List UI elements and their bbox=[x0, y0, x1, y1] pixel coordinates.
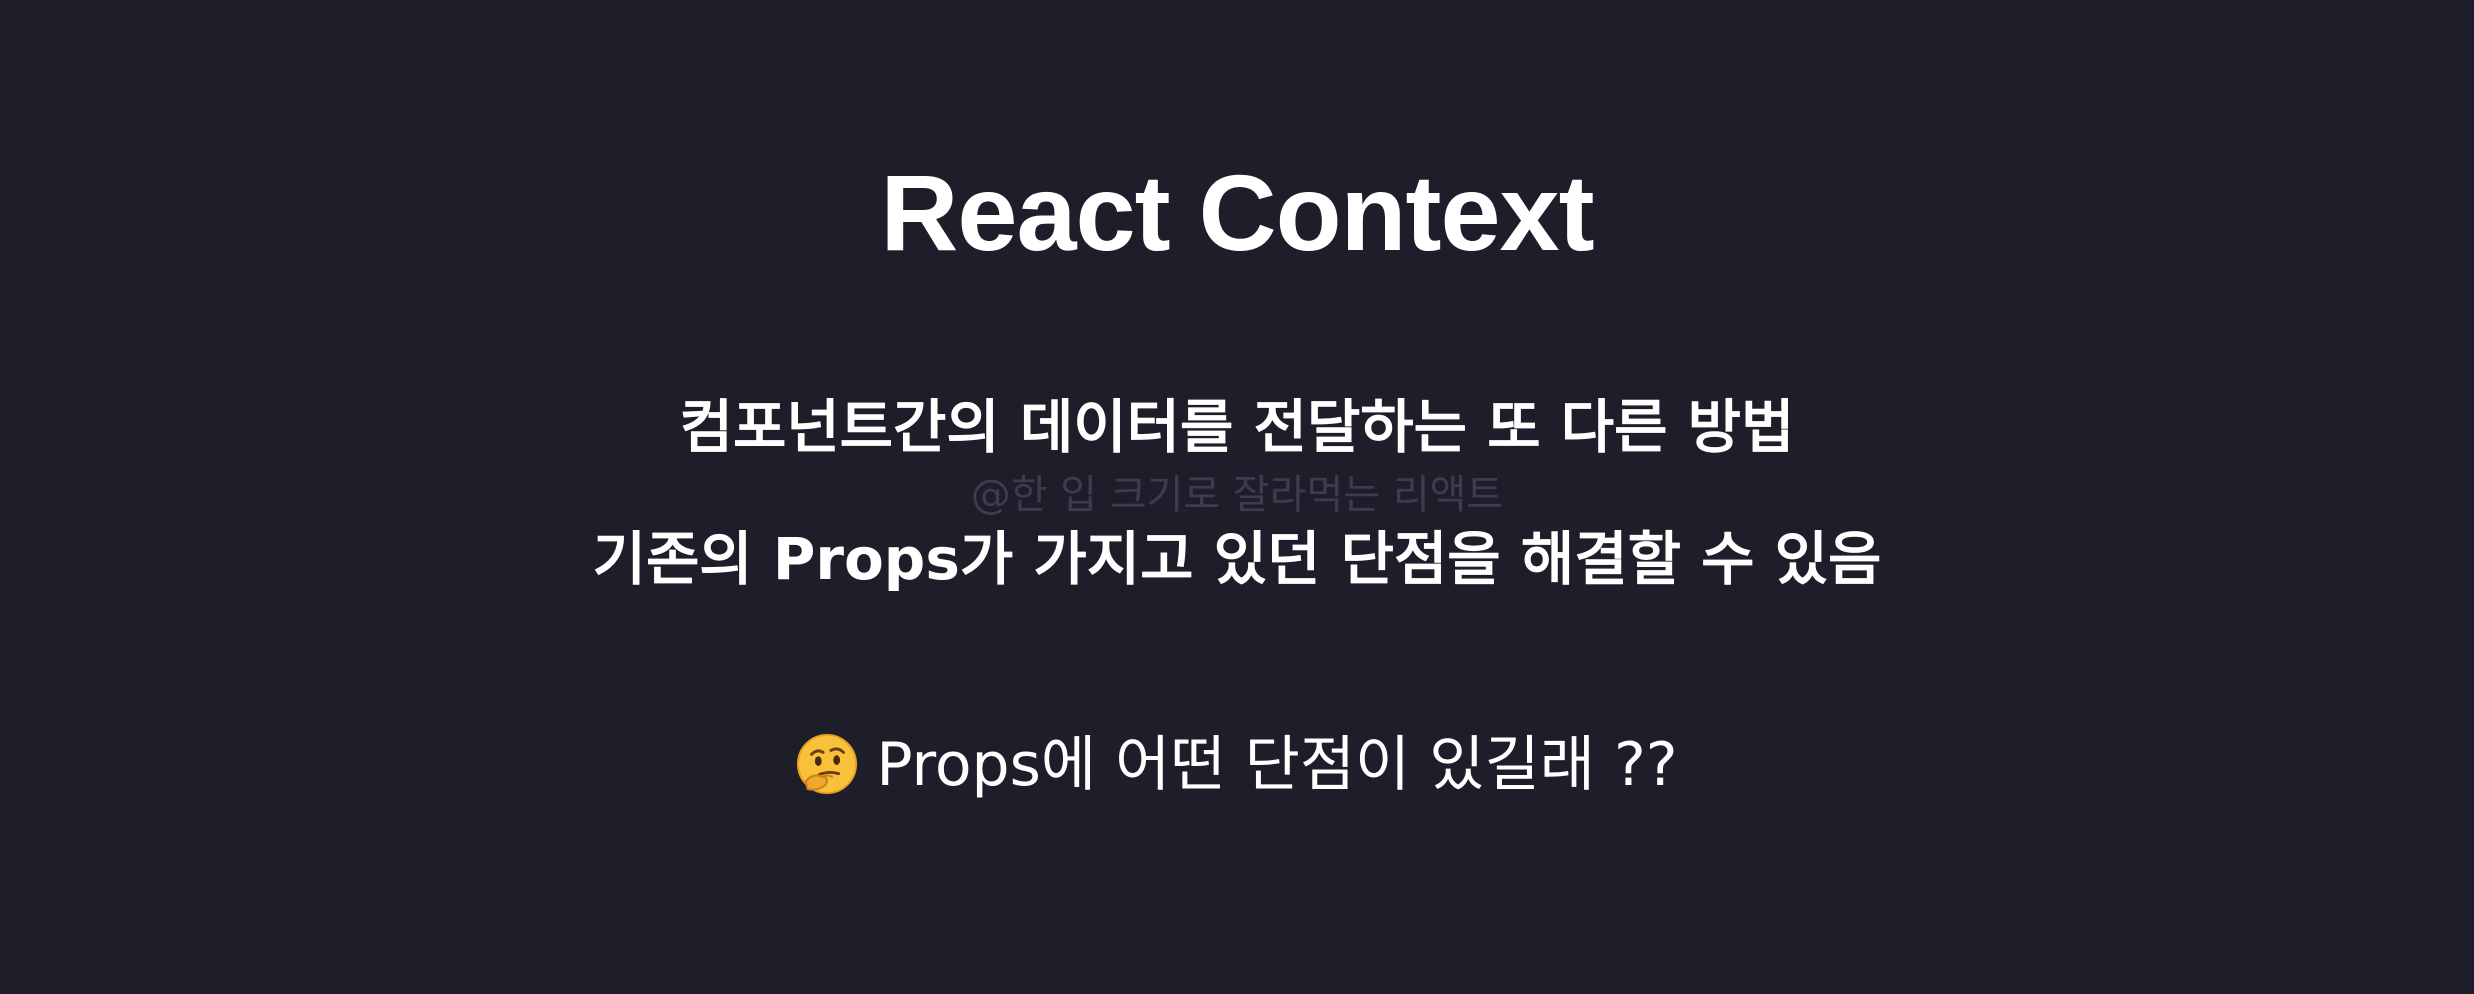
subtitle-line-2: 기존의 Props가 가지고 있던 단점을 해결할 수 있음 bbox=[592, 525, 1882, 593]
question-line: Props에 어떤 단점이 있길래 ?? bbox=[0, 716, 2474, 803]
thinking-face-icon bbox=[796, 733, 858, 795]
question-text: Props에 어떤 단점이 있길래 ?? bbox=[876, 730, 1678, 800]
slide: React Context 컴포넌트간의 데이터를 전달하는 또 다른 방법 @… bbox=[0, 0, 2474, 994]
subtitle-line-1: 컴포넌트간의 데이터를 전달하는 또 다른 방법 bbox=[679, 393, 1795, 461]
slide-title: React Context bbox=[880, 152, 1594, 273]
